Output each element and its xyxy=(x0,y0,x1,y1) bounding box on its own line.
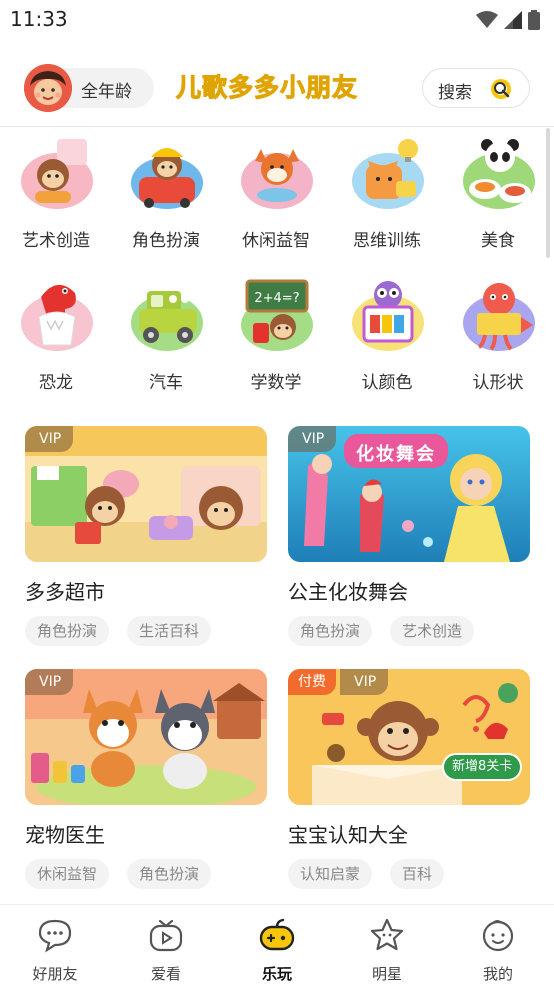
search-icon xyxy=(491,79,511,99)
cat-lightbulb-icon xyxy=(352,139,424,209)
category-label: 汽车 xyxy=(149,373,183,393)
card-thumbnail[interactable]: 付费 VIP 新增8关卡 xyxy=(288,669,530,805)
card-title: 公主化妆舞会 xyxy=(288,580,408,604)
category-label: 恐龙 xyxy=(39,373,73,393)
age-label: 全年龄 xyxy=(81,82,132,102)
card-tag[interactable]: 生活百科 xyxy=(127,616,212,646)
card-tag[interactable]: 休闲益智 xyxy=(25,859,110,889)
brand-logo: 儿歌多多小朋友 xyxy=(175,73,359,103)
math-board-icon: 2+4=? xyxy=(241,279,313,351)
age-filter-button[interactable]: 全年龄 xyxy=(24,64,154,112)
category-item-food[interactable]: 美食 xyxy=(443,135,553,263)
card-thumbnail[interactable]: VIP xyxy=(25,669,267,805)
nav-item-stars[interactable]: 明星 xyxy=(347,913,427,983)
avatar xyxy=(24,64,72,112)
nav-item-play[interactable]: 乐玩 xyxy=(237,913,317,983)
card-thumbnail[interactable]: 化妆舞会 VIP xyxy=(288,426,530,562)
category-item-art[interactable]: 艺术创造 xyxy=(1,135,111,263)
paid-badge: 付费 xyxy=(288,669,336,695)
panda-food-icon xyxy=(463,139,535,209)
star-icon xyxy=(370,918,404,951)
category-item-car[interactable]: 汽车 xyxy=(111,277,221,405)
card-tag[interactable]: 认知启蒙 xyxy=(288,859,373,889)
header: 全年龄 儿歌多多小朋友 搜索 xyxy=(0,60,554,118)
category-label: 角色扮演 xyxy=(132,231,200,251)
nav-label: 明星 xyxy=(371,965,402,983)
game-card-princess-makeup[interactable]: 化妆舞会 VIP 公主化妆舞会 角色扮演 艺术创造 xyxy=(288,426,530,656)
nav-item-friends[interactable]: 好朋友 xyxy=(15,913,95,983)
category-item-roleplay[interactable]: 角色扮演 xyxy=(111,135,221,263)
nav-label: 爱看 xyxy=(150,965,181,983)
dinosaur-icon xyxy=(21,284,93,351)
category-item-thinking[interactable]: 思维训练 xyxy=(332,135,442,263)
category-label: 认颜色 xyxy=(361,373,413,393)
signal-icon xyxy=(504,11,522,29)
category-label: 休闲益智 xyxy=(242,231,310,251)
category-label: 认形状 xyxy=(472,373,524,393)
category-item-puzzle[interactable]: 休闲益智 xyxy=(221,135,331,263)
card-tag[interactable]: 艺术创造 xyxy=(390,616,475,646)
card-title: 宝宝认知大全 xyxy=(288,823,408,847)
nav-label: 好朋友 xyxy=(32,965,78,983)
gamepad-icon xyxy=(259,918,295,951)
card-tag[interactable]: 角色扮演 xyxy=(25,616,110,646)
nav-label: 我的 xyxy=(482,965,513,983)
nav-item-watch[interactable]: 爱看 xyxy=(126,913,206,983)
vip-badge: VIP xyxy=(340,669,389,695)
card-title: 多多超市 xyxy=(25,580,105,604)
category-label: 艺术创造 xyxy=(22,231,90,251)
status-icons xyxy=(476,10,540,30)
banner-text: 化妆舞会 xyxy=(356,444,436,465)
monkey-painter-icon xyxy=(21,139,93,209)
game-card-supermarket[interactable]: VIP 多多超市 角色扮演 生活百科 xyxy=(25,426,267,656)
octopus-shapes-icon xyxy=(463,283,535,351)
smiley-face-icon xyxy=(482,920,514,952)
card-tag[interactable]: 角色扮演 xyxy=(127,859,212,889)
car-icon xyxy=(131,291,203,351)
card-thumbnail[interactable]: VIP xyxy=(25,426,267,562)
category-label: 学数学 xyxy=(250,373,302,393)
battery-icon xyxy=(528,10,540,30)
vip-badge: VIP xyxy=(288,426,337,452)
bottom-nav: 好朋友 爱看 乐玩 明星 我的 xyxy=(0,904,554,984)
vip-badge: VIP xyxy=(25,426,74,452)
fox-puzzle-icon xyxy=(241,149,313,209)
category-item-dinosaur[interactable]: 恐龙 xyxy=(1,277,111,405)
promo-badge: 新增8关卡 xyxy=(442,753,523,781)
chat-bubble-icon xyxy=(38,919,72,953)
category-item-math[interactable]: 2+4=? 学数学 xyxy=(221,277,331,405)
status-time: 11:33 xyxy=(10,7,68,31)
category-label: 美食 xyxy=(481,231,515,251)
fireman-monkey-icon xyxy=(131,148,203,209)
card-title: 宠物医生 xyxy=(25,823,105,847)
header-divider xyxy=(0,126,554,127)
owl-palette-icon xyxy=(352,281,424,351)
game-card-baby-cognition[interactable]: 付费 VIP 新增8关卡 宝宝认知大全 认知启蒙 百科 xyxy=(288,669,530,899)
svg-text:2+4=?: 2+4=? xyxy=(254,291,299,306)
category-label: 思维训练 xyxy=(353,231,421,251)
vip-badge: VIP xyxy=(25,669,74,695)
card-tag[interactable]: 百科 xyxy=(390,859,445,889)
tv-icon xyxy=(149,919,183,952)
nav-label: 乐玩 xyxy=(261,965,292,983)
nav-item-mine[interactable]: 我的 xyxy=(458,913,538,983)
search-label: 搜索 xyxy=(438,83,472,103)
game-card-pet-doctor[interactable]: VIP 宠物医生 休闲益智 角色扮演 xyxy=(25,669,267,899)
status-bar: 11:33 xyxy=(0,0,554,40)
category-item-color[interactable]: 认颜色 xyxy=(332,277,442,405)
search-button[interactable]: 搜索 xyxy=(422,68,530,108)
card-tag[interactable]: 角色扮演 xyxy=(288,616,373,646)
wifi-icon xyxy=(476,11,498,28)
category-item-shape[interactable]: 认形状 xyxy=(443,277,553,405)
